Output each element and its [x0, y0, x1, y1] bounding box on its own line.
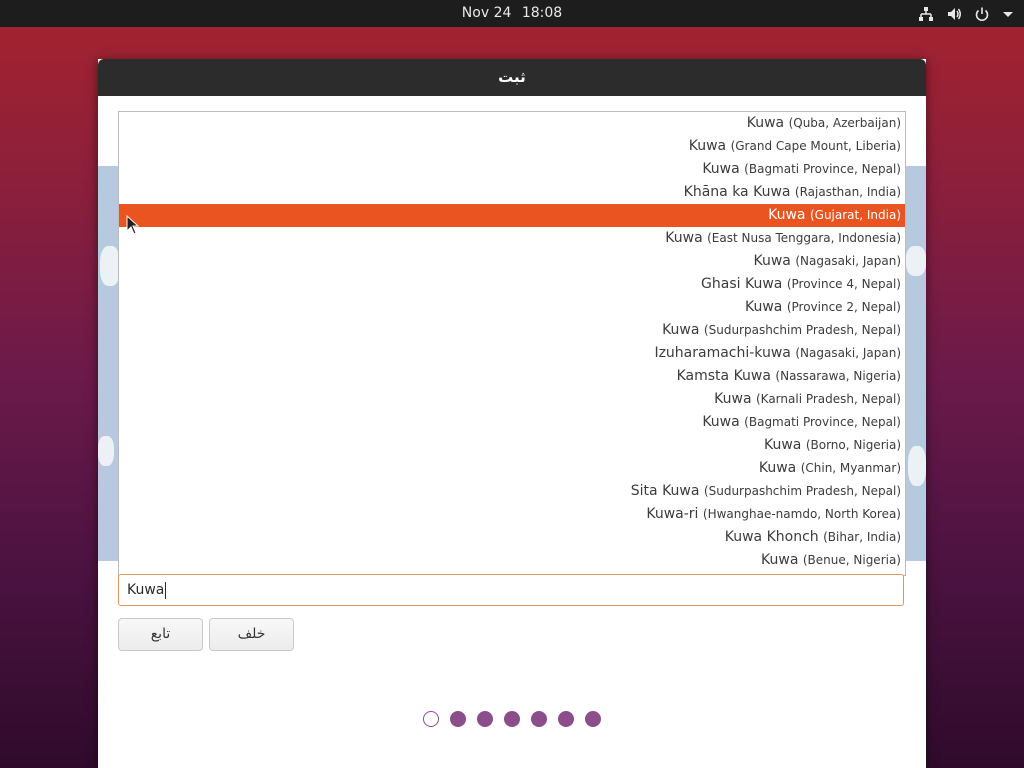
timezone-option-name: Kuwa [753, 253, 791, 269]
timezone-option-region: (Province 2, Nepal) [786, 300, 901, 314]
mouse-pointer-icon [126, 214, 140, 239]
timezone-option-name: Ghasi Kuwa [701, 276, 783, 292]
timezone-option-name: Kuwa-ri [646, 506, 699, 522]
timezone-option[interactable]: Kuwa (Nagasaki, Japan) [119, 250, 905, 273]
timezone-option-name: Kuwa [702, 414, 740, 430]
progress-dot-current [423, 711, 439, 727]
timezone-option[interactable]: Kuwa Khonch (Bihar, India) [119, 526, 905, 549]
timezone-option-region: (Rajasthan, India) [794, 185, 901, 199]
timezone-option[interactable]: Kamsta Kuwa (Nassarawa, Nigeria) [119, 365, 905, 388]
clock[interactable]: Nov 24 18:08 [0, 0, 1024, 27]
continue-button[interactable]: تابع [118, 618, 203, 651]
map-land [908, 446, 926, 486]
window-title: ثبت [98, 59, 926, 96]
volume-icon[interactable] [946, 6, 962, 22]
timezone-option-region: (Bagmati Province, Nepal) [744, 415, 901, 429]
progress-dot [531, 711, 547, 727]
progress-dots [423, 711, 601, 727]
timezone-option-region: (Karnali Pradesh, Nepal) [755, 392, 901, 406]
timezone-option-region: (Chin, Myanmar) [800, 461, 901, 475]
clock-date: Nov 24 [461, 5, 512, 21]
system-tray[interactable] [918, 0, 1014, 27]
timezone-option[interactable]: Kuwa (Grand Cape Mount, Liberia) [119, 135, 905, 158]
timezone-option-region: (Province 4, Nepal) [786, 277, 901, 291]
timezone-option-name: Kuwa [744, 299, 783, 315]
top-bar: Nov 24 18:08 [0, 0, 1024, 27]
timezone-option-region: (Sudurpashchim Pradesh, Nepal) [703, 323, 901, 337]
timezone-option[interactable]: Kuwa (Quba, Azerbaijan) [119, 112, 905, 135]
timezone-option-name: Sita Kuwa [630, 483, 700, 499]
search-input-value: Kuwa [127, 582, 165, 598]
timezone-option-region: (Benue, Nigeria) [802, 553, 901, 567]
timezone-option-region: (Quba, Azerbaijan) [788, 116, 901, 130]
timezone-option-region: (Nagasaki, Japan) [795, 346, 901, 360]
timezone-option[interactable]: Kuwa (East Nusa Tenggara, Indonesia) [119, 227, 905, 250]
timezone-option-region: (Sudurpashchim Pradesh, Nepal) [703, 484, 901, 498]
timezone-option-name: Kuwa [768, 207, 806, 223]
timezone-option-region: (Hwanghae-namdo, North Korea) [702, 507, 901, 521]
menu-arrow-down-icon[interactable] [1002, 6, 1014, 22]
timezone-option-name: Kuwa [662, 322, 700, 338]
installer-window: ثبت Kuwa (Quba, Azerbaijan) Kuwa (Grand C… [98, 59, 926, 768]
map-land [98, 436, 114, 466]
progress-dot [450, 711, 466, 727]
progress-dot [477, 711, 493, 727]
timezone-option[interactable]: Khāna ka Kuwa (Rajasthan, India) [119, 181, 905, 204]
progress-dot [504, 711, 520, 727]
timezone-option-region: (Grand Cape Mount, Liberia) [730, 139, 901, 153]
text-caret [165, 581, 167, 599]
timezone-option-name: Kuwa [761, 552, 799, 568]
timezone-option[interactable]: Kuwa (Gujarat, India) [119, 204, 905, 227]
timezone-option[interactable]: Kuwa (Province 2, Nepal) [119, 296, 905, 319]
timezone-option[interactable]: Kuwa (Bagmati Province, Nepal) [119, 158, 905, 181]
map-land [906, 246, 926, 276]
timezone-option-region: (Bihar, India) [823, 530, 901, 544]
timezone-option-name: Kuwa [665, 230, 703, 246]
timezone-option[interactable]: Kuwa (Borno, Nigeria) [119, 434, 905, 457]
timezone-option-region: (Borno, Nigeria) [805, 438, 901, 452]
progress-dot [585, 711, 601, 727]
timezone-option[interactable]: Kuwa-ri (Hwanghae-namdo, North Korea) [119, 503, 905, 526]
timezone-option-name: Kuwa Khonch [724, 529, 819, 545]
timezone-suggestion-list[interactable]: Kuwa (Quba, Azerbaijan) Kuwa (Grand Cape … [118, 111, 906, 576]
timezone-option-name: Kamsta Kuwa [676, 368, 771, 384]
timezone-search-input[interactable]: Kuwa [118, 574, 904, 606]
timezone-option[interactable]: Kuwa (Sudurpashchim Pradesh, Nepal) [119, 319, 905, 342]
timezone-option-region: (East Nusa Tenggara, Indonesia) [707, 231, 901, 245]
timezone-option-name: Khāna ka Kuwa [683, 184, 791, 200]
back-button[interactable]: خلف [209, 618, 294, 651]
timezone-option-name: Kuwa [702, 161, 740, 177]
timezone-option-name: Kuwa [746, 115, 785, 131]
network-wired-icon[interactable] [918, 6, 934, 22]
timezone-option-region: (Nassarawa, Nigeria) [775, 369, 901, 383]
timezone-option-region: (Nagasaki, Japan) [795, 254, 901, 268]
timezone-option-name: Kuwa [688, 138, 727, 154]
timezone-option[interactable]: Ghasi Kuwa (Province 4, Nepal) [119, 273, 905, 296]
timezone-option-name: Kuwa [714, 391, 752, 407]
power-icon[interactable] [974, 6, 990, 22]
timezone-option[interactable]: Kuwa (Benue, Nigeria) [119, 549, 905, 572]
timezone-option-region: (Gujarat, India) [809, 208, 901, 222]
timezone-option[interactable]: Izuharamachi-kuwa (Nagasaki, Japan) [119, 342, 905, 365]
clock-time: 18:08 [521, 5, 563, 21]
map-land [100, 246, 120, 286]
timezone-option[interactable]: Kuwa (Chin, Myanmar) [119, 457, 905, 480]
timezone-option[interactable]: Sita Kuwa (Sudurpashchim Pradesh, Nepal) [119, 480, 905, 503]
timezone-option-name: Kuwa [763, 437, 802, 453]
progress-dot [558, 711, 574, 727]
timezone-option[interactable]: Kuwa (Bagmati Province, Nepal) [119, 411, 905, 434]
timezone-option-region: (Bagmati Province, Nepal) [744, 162, 901, 176]
timezone-option[interactable]: Kuwa (Karnali Pradesh, Nepal) [119, 388, 905, 411]
timezone-option-name: Kuwa [758, 460, 797, 476]
timezone-option-name: Izuharamachi-kuwa [654, 345, 791, 361]
